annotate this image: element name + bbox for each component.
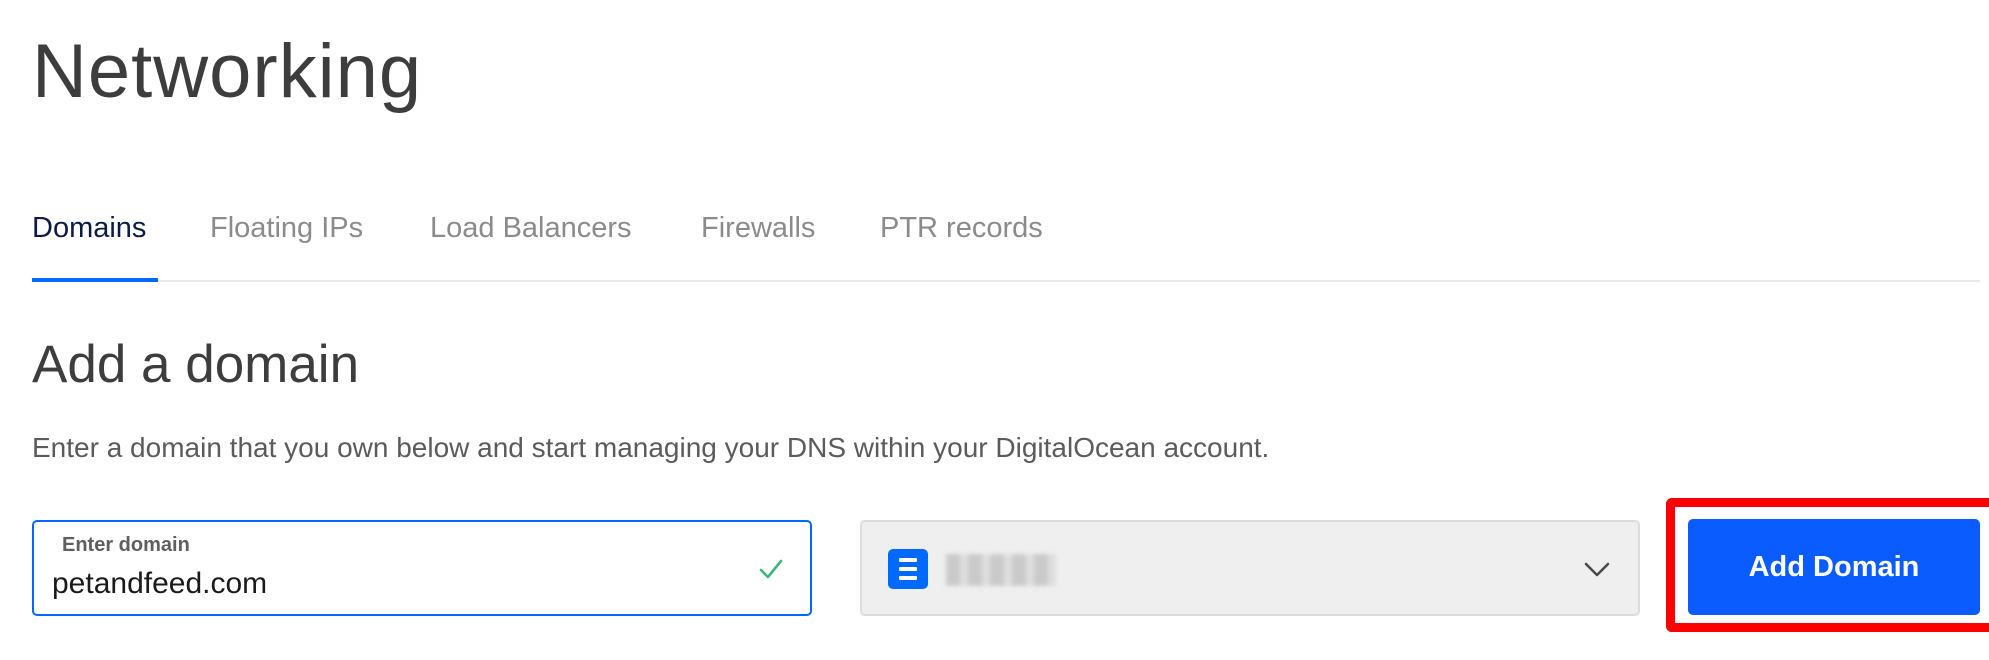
project-select[interactable] [860, 520, 1640, 616]
domain-input[interactable] [52, 564, 732, 604]
tab-firewalls[interactable]: Firewalls [701, 212, 815, 245]
add-domain-heading: Add a domain [32, 335, 360, 394]
tab-domains[interactable]: Domains [32, 212, 146, 245]
redacted-project-name [946, 554, 1056, 586]
tab-floating-ips[interactable]: Floating IPs [210, 212, 363, 245]
check-icon [759, 559, 783, 579]
domain-field-label: Enter domain [62, 534, 190, 556]
add-domain-button[interactable]: Add Domain [1688, 519, 1980, 615]
networking-page: Networking Domains Floating IPs Load Bal… [0, 0, 1989, 660]
project-icon [888, 549, 928, 589]
active-tab-indicator [32, 278, 158, 282]
tab-load-balancers[interactable]: Load Balancers [430, 212, 632, 245]
chevron-down-icon [1584, 562, 1610, 577]
add-domain-description: Enter a domain that you own below and st… [32, 432, 1270, 463]
networking-tabs: Domains Floating IPs Load Balancers Fire… [32, 200, 1980, 282]
domain-field[interactable]: Enter domain [32, 520, 812, 616]
page-title: Networking [32, 29, 423, 114]
tab-ptr-records[interactable]: PTR records [880, 212, 1043, 245]
